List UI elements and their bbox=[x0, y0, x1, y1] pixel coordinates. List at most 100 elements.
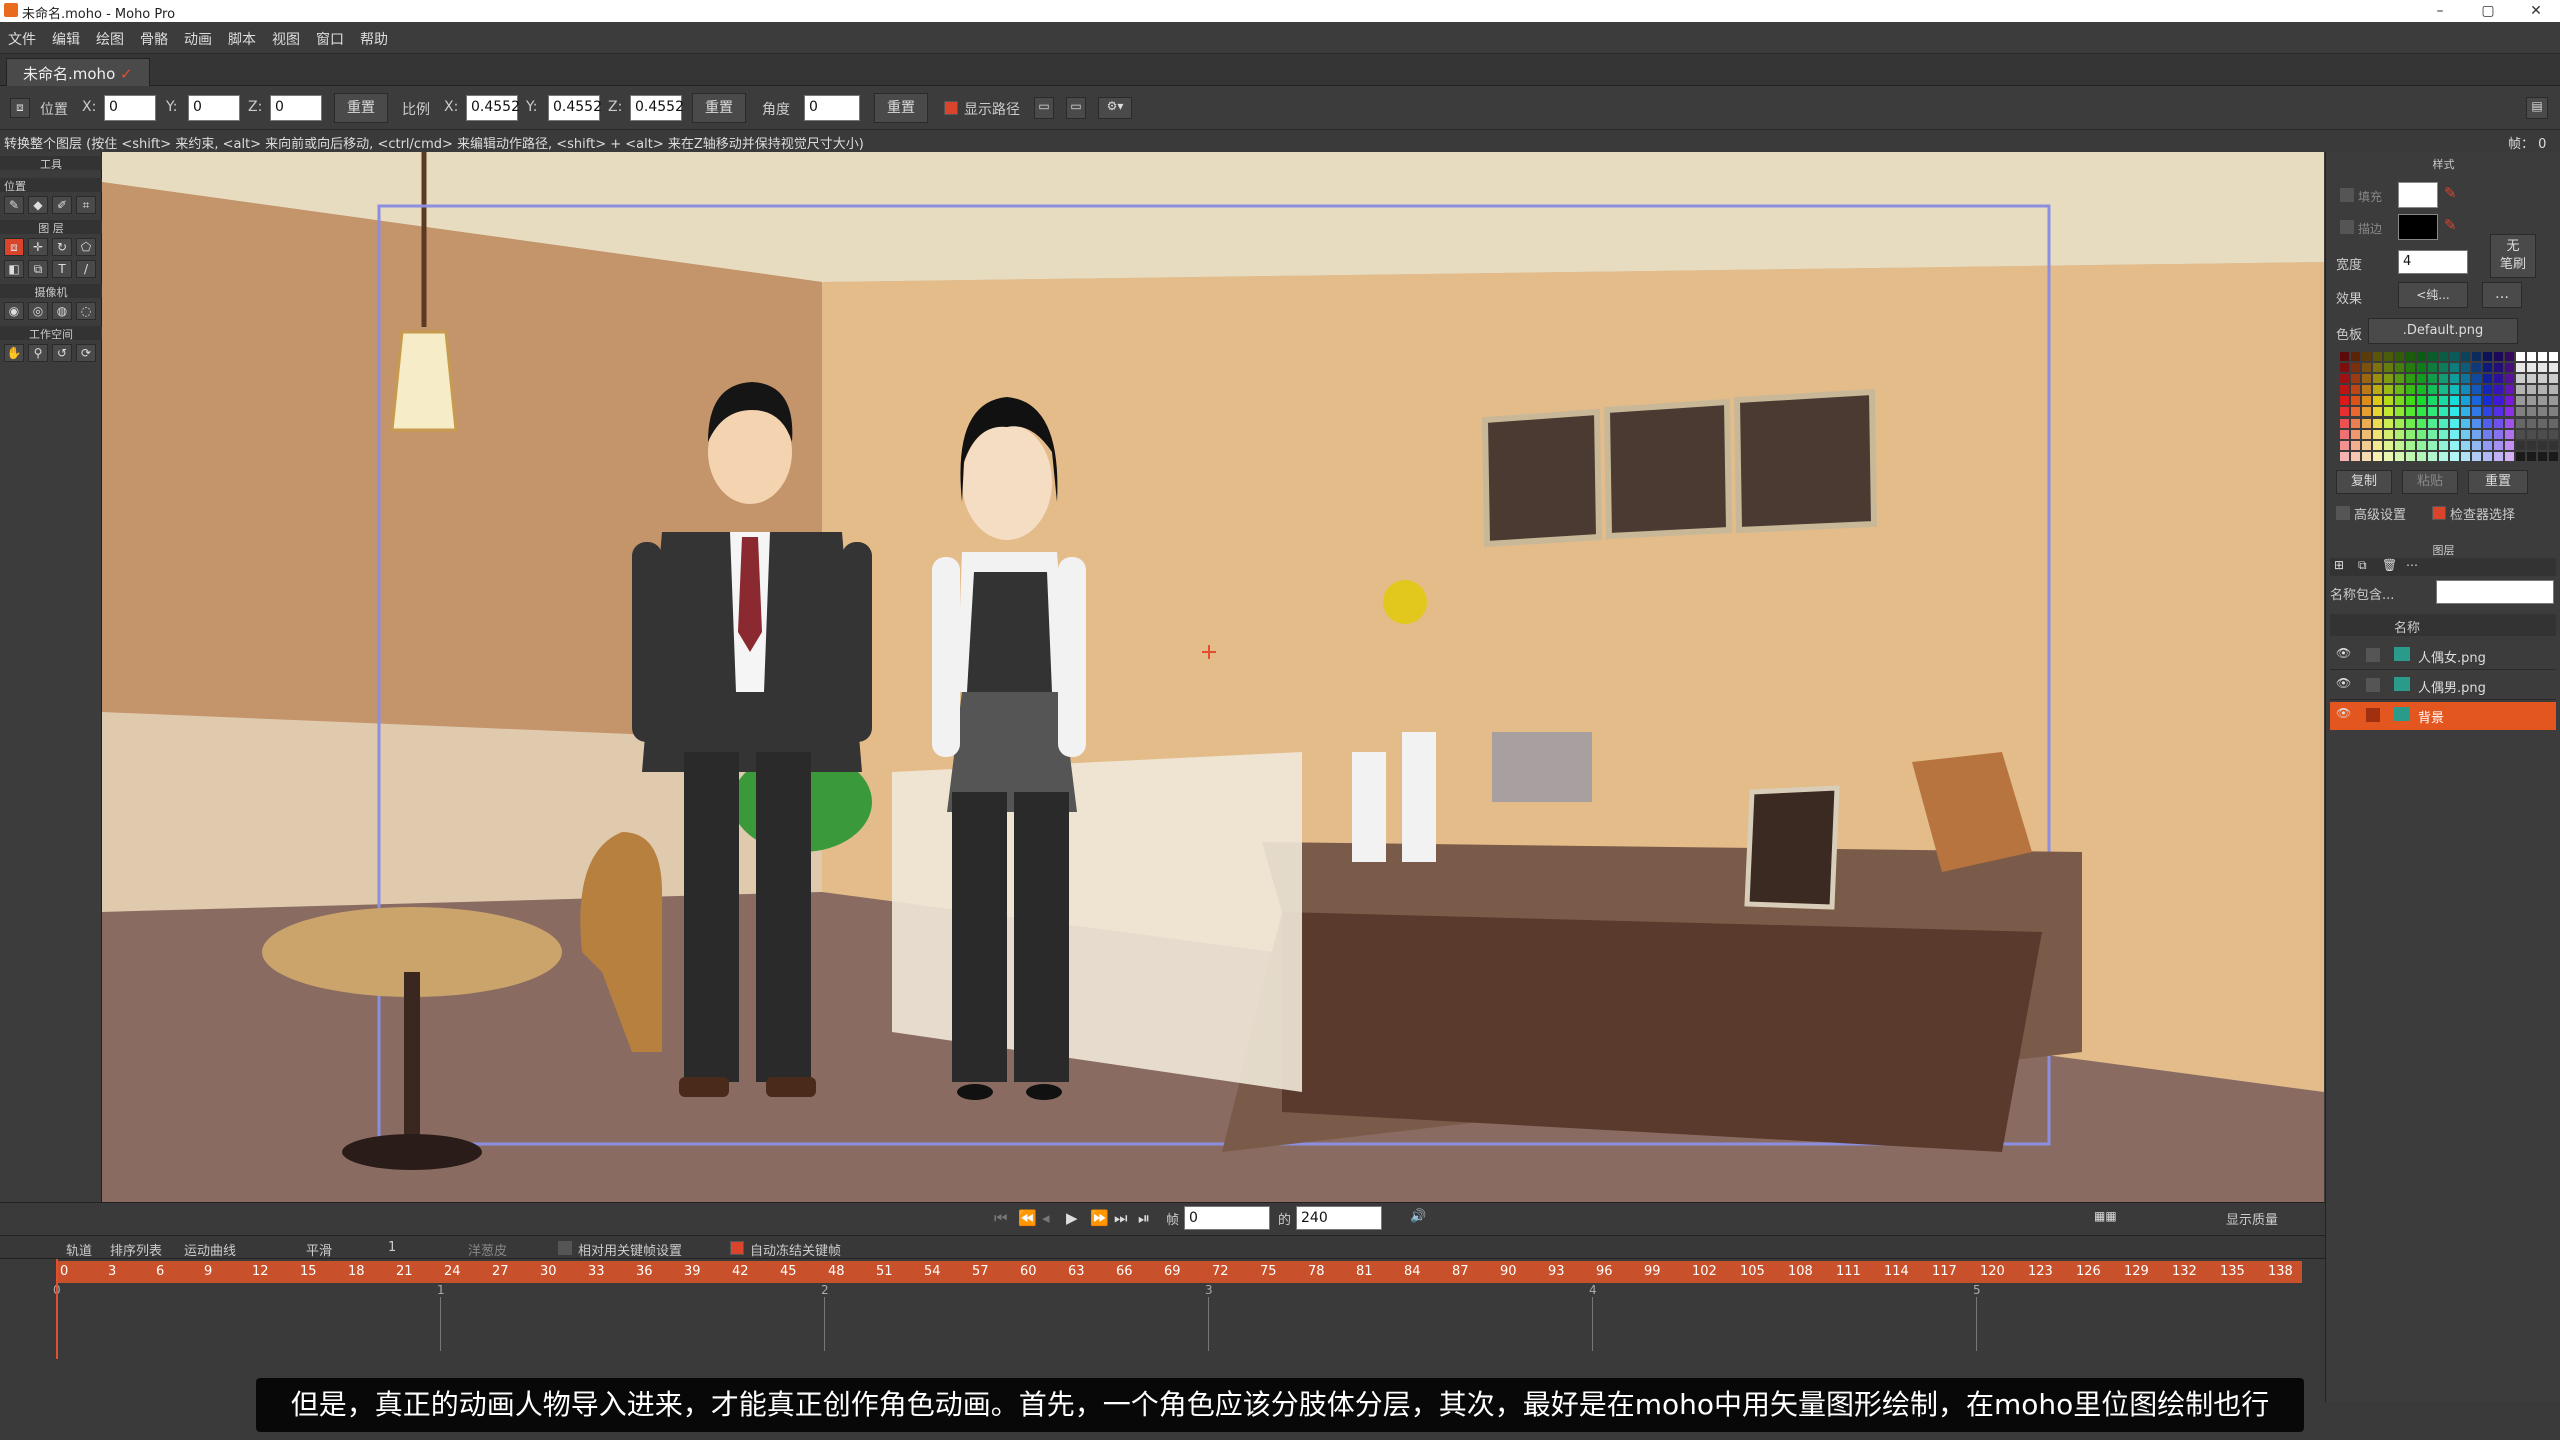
color-palette-grid[interactable] bbox=[2340, 352, 2558, 462]
palette-swatch[interactable] bbox=[2549, 418, 2558, 428]
palette-swatch[interactable] bbox=[2472, 396, 2481, 406]
palette-swatch[interactable] bbox=[2516, 396, 2525, 406]
visibility-eye-icon[interactable]: 👁 bbox=[2336, 676, 2351, 690]
menu-script[interactable]: 脚本 bbox=[228, 29, 256, 49]
paste-style-button[interactable]: 粘贴 bbox=[2402, 470, 2458, 494]
reset-position-button[interactable]: 重置 bbox=[334, 93, 388, 123]
palette-swatch[interactable] bbox=[2450, 429, 2459, 439]
palette-swatch[interactable] bbox=[2417, 440, 2426, 450]
close-button[interactable]: ✕ bbox=[2516, 0, 2556, 22]
palette-swatch[interactable] bbox=[2406, 429, 2415, 439]
layer-row[interactable]: 👁 人偶女.png bbox=[2330, 642, 2556, 670]
palette-swatch[interactable] bbox=[2395, 429, 2404, 439]
palette-swatch[interactable] bbox=[2472, 374, 2481, 384]
palette-swatch[interactable] bbox=[2428, 429, 2437, 439]
palette-swatch[interactable] bbox=[2340, 363, 2349, 373]
palette-swatch[interactable] bbox=[2417, 451, 2426, 461]
document-tab[interactable]: 未命名.moho ✓ bbox=[6, 58, 150, 86]
effect-more-button[interactable]: … bbox=[2482, 282, 2522, 308]
display-quality-label[interactable]: 显示质量 bbox=[2226, 1209, 2278, 1228]
palette-swatch[interactable] bbox=[2428, 451, 2437, 461]
palette-swatch[interactable] bbox=[2406, 451, 2415, 461]
palette-swatch[interactable] bbox=[2428, 396, 2437, 406]
palette-swatch[interactable] bbox=[2384, 385, 2393, 395]
layer-option2-icon[interactable]: ▭ bbox=[1066, 97, 1086, 119]
palette-swatch[interactable] bbox=[2417, 429, 2426, 439]
stroke-checkbox[interactable] bbox=[2340, 220, 2354, 234]
palette-swatch[interactable] bbox=[2395, 385, 2404, 395]
palette-swatch[interactable] bbox=[2340, 418, 2349, 428]
palette-swatch[interactable] bbox=[2461, 429, 2470, 439]
palette-swatch[interactable] bbox=[2538, 374, 2547, 384]
scale-x-field[interactable]: 0.4552 bbox=[466, 95, 520, 121]
interpolation-dropdown[interactable]: 平滑 bbox=[306, 1240, 332, 1259]
palette-swatch[interactable] bbox=[2538, 429, 2547, 439]
palette-swatch[interactable] bbox=[2538, 407, 2547, 417]
palette-swatch[interactable] bbox=[2417, 418, 2426, 428]
palette-swatch[interactable] bbox=[2461, 418, 2470, 428]
palette-swatch[interactable] bbox=[2417, 374, 2426, 384]
end-icon[interactable]: ⏯ bbox=[1138, 1209, 1150, 1227]
palette-swatch[interactable] bbox=[2494, 407, 2503, 417]
palette-swatch[interactable] bbox=[2461, 352, 2470, 361]
palette-swatch[interactable] bbox=[2494, 363, 2503, 373]
transform-layer-tool-icon[interactable]: ⧈ bbox=[4, 238, 24, 256]
palette-swatch[interactable] bbox=[2439, 352, 2448, 361]
palette-swatch[interactable] bbox=[2417, 352, 2426, 361]
position-x-field[interactable]: 0 bbox=[104, 95, 156, 121]
palette-swatch[interactable] bbox=[2538, 363, 2547, 373]
scale-z-field[interactable]: 0.4552 bbox=[630, 95, 684, 121]
palette-swatch[interactable] bbox=[2362, 396, 2371, 406]
auto-freeze-checkbox[interactable] bbox=[730, 1241, 744, 1255]
frame-ruler[interactable]: 0 3 6 9 12 15 18 21 24 27 30 33 36 39 42 45 48 51 54 57 60 63… bbox=[56, 1261, 2302, 1283]
palette-swatch[interactable] bbox=[2549, 374, 2558, 384]
stroke-pick-icon[interactable]: ✎ bbox=[2444, 216, 2457, 234]
copy-style-button[interactable]: 复制 bbox=[2336, 470, 2392, 494]
palette-swatch[interactable] bbox=[2538, 451, 2547, 461]
palette-swatch[interactable] bbox=[2538, 385, 2547, 395]
layer-option-icon[interactable]: ▭ bbox=[1034, 97, 1054, 119]
zoom-tool-icon[interactable]: ⚲ bbox=[28, 344, 48, 362]
palette-swatch[interactable] bbox=[2428, 363, 2437, 373]
onion-skin-label[interactable]: 洋葱皮 bbox=[468, 1240, 507, 1259]
scale-y-field[interactable]: 0.4552 bbox=[548, 95, 602, 121]
palette-swatch[interactable] bbox=[2516, 451, 2525, 461]
palette-swatch[interactable] bbox=[2450, 352, 2459, 361]
palette-swatch[interactable] bbox=[2483, 385, 2492, 395]
panel-toggle-icon[interactable]: ▤ bbox=[2526, 97, 2548, 119]
menu-animation[interactable]: 动画 bbox=[184, 29, 212, 49]
palette-swatch[interactable] bbox=[2351, 429, 2360, 439]
relative-keys-checkbox[interactable] bbox=[558, 1241, 572, 1255]
palette-swatch[interactable] bbox=[2428, 440, 2437, 450]
palette-swatch[interactable] bbox=[2384, 418, 2393, 428]
pen-tool-icon[interactable]: / bbox=[76, 260, 96, 278]
palette-swatch[interactable] bbox=[2406, 418, 2415, 428]
palette-swatch[interactable] bbox=[2340, 385, 2349, 395]
palette-swatch[interactable] bbox=[2516, 363, 2525, 373]
palette-swatch[interactable] bbox=[2461, 440, 2470, 450]
visibility-eye-icon[interactable]: 👁 bbox=[2336, 646, 2351, 660]
palette-swatch[interactable] bbox=[2505, 385, 2514, 395]
palette-swatch[interactable] bbox=[2538, 440, 2547, 450]
palette-swatch[interactable] bbox=[2406, 385, 2415, 395]
palette-swatch[interactable] bbox=[2527, 451, 2536, 461]
palette-swatch[interactable] bbox=[2505, 451, 2514, 461]
palette-swatch[interactable] bbox=[2472, 429, 2481, 439]
total-frames-field[interactable]: 240 bbox=[1296, 1206, 1382, 1230]
palette-swatch[interactable] bbox=[2373, 418, 2382, 428]
palette-swatch[interactable] bbox=[2549, 385, 2558, 395]
palette-swatch[interactable] bbox=[2395, 440, 2404, 450]
palette-swatch[interactable] bbox=[2505, 407, 2514, 417]
palette-swatch[interactable] bbox=[2527, 374, 2536, 384]
palette-swatch[interactable] bbox=[2516, 407, 2525, 417]
palette-swatch[interactable] bbox=[2549, 440, 2558, 450]
palette-swatch[interactable] bbox=[2483, 429, 2492, 439]
palette-swatch[interactable] bbox=[2362, 363, 2371, 373]
shear-tool-icon[interactable]: ⬠ bbox=[76, 238, 96, 256]
palette-swatch[interactable] bbox=[2340, 374, 2349, 384]
palette-swatch[interactable] bbox=[2362, 407, 2371, 417]
palette-swatch[interactable] bbox=[2450, 374, 2459, 384]
palette-swatch[interactable] bbox=[2439, 451, 2448, 461]
timeline-track-area[interactable]: 012345 bbox=[53, 1283, 2302, 1351]
palette-swatch[interactable] bbox=[2505, 396, 2514, 406]
